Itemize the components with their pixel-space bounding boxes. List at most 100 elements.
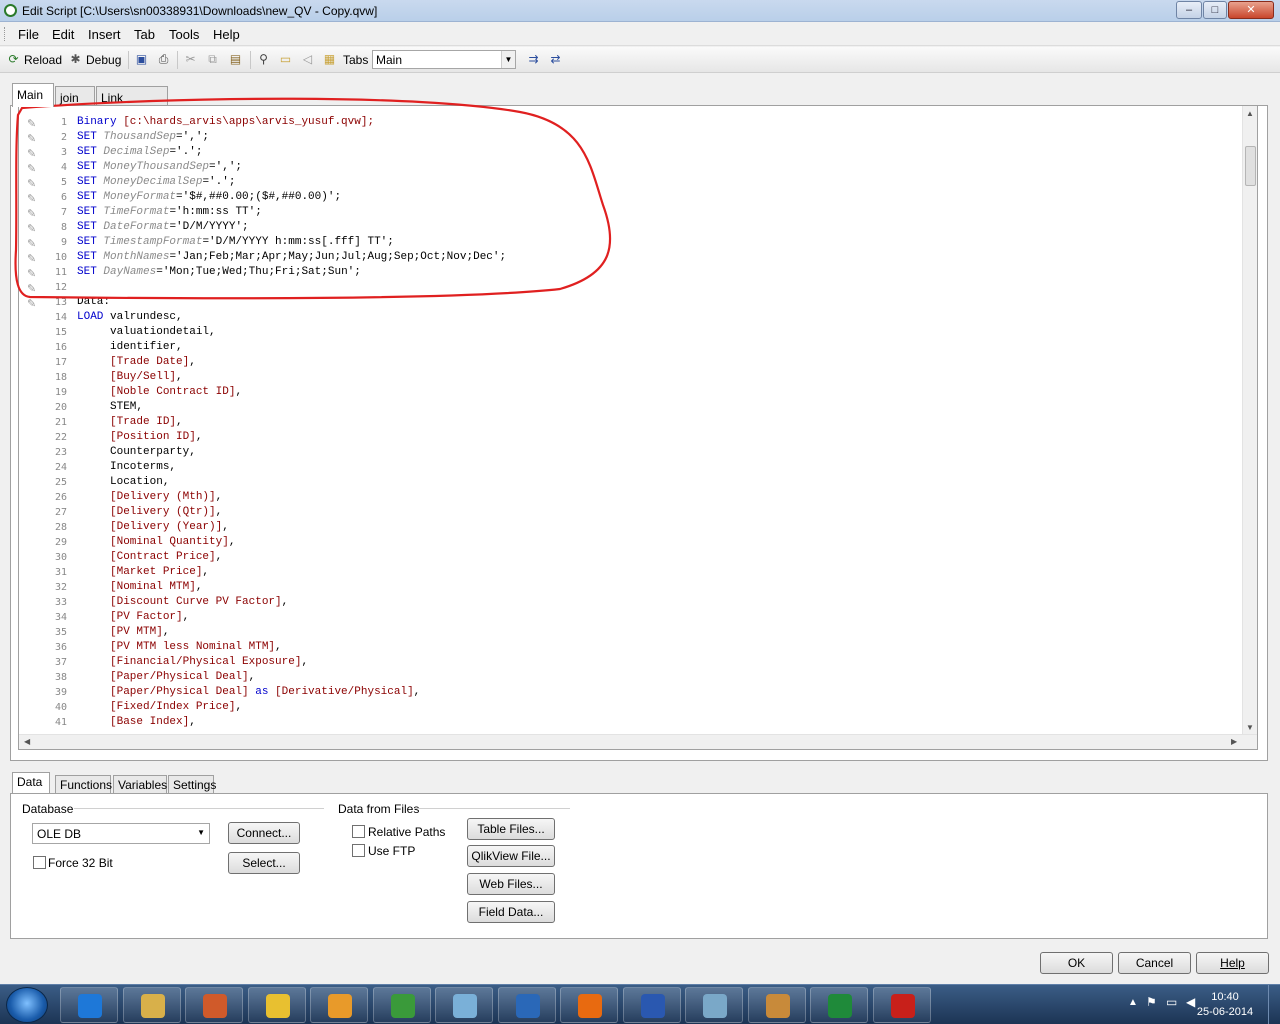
code-line[interactable]: LOAD valrundesc, <box>77 311 183 323</box>
code-line[interactable]: Counterparty, <box>77 446 196 458</box>
code-line[interactable]: [Delivery (Year)], <box>77 521 229 533</box>
menu-tools[interactable]: Tools <box>169 27 199 42</box>
open-folder-icon[interactable]: ▭ <box>278 52 293 67</box>
flag-icon[interactable]: ⚑ <box>1146 995 1157 1009</box>
select-button[interactable]: Select... <box>228 852 300 874</box>
reload-button[interactable]: Reload <box>24 53 62 67</box>
print-icon[interactable]: ⎙ <box>156 52 171 67</box>
code-line[interactable]: [Trade ID], <box>77 416 183 428</box>
scroll-up-icon[interactable]: ▲ <box>1246 109 1254 118</box>
bookmark-icon[interactable]: ✎ <box>27 298 39 310</box>
code-line[interactable]: [Delivery (Qtr)], <box>77 506 222 518</box>
connect-button[interactable]: Connect... <box>228 822 300 844</box>
code-line[interactable]: [Fixed/Index Price], <box>77 701 242 713</box>
code-line[interactable]: SET TimeFormat='h:mm:ss TT'; <box>77 206 262 218</box>
menu-insert[interactable]: Insert <box>88 27 121 42</box>
tab-link-creation[interactable]: Link Creation <box>96 86 168 119</box>
save-icon[interactable]: ▣ <box>134 52 149 67</box>
code-line[interactable]: [Nominal MTM], <box>77 581 202 593</box>
bookmark-icon[interactable]: ✎ <box>27 268 39 280</box>
tab-variables[interactable]: Variables <box>113 775 167 793</box>
code-line[interactable]: SET TimestampFormat='D/M/YYYY h:mm:ss[.f… <box>77 236 394 248</box>
find-icon[interactable]: ⚲ <box>256 52 271 67</box>
tabs-dropdown[interactable]: Main ▼ <box>372 50 516 69</box>
scroll-down-icon[interactable]: ▼ <box>1246 723 1254 732</box>
copy-icon[interactable]: ⧉ <box>205 52 220 67</box>
table-files-button[interactable]: Table Files... <box>467 818 555 840</box>
scroll-right-icon[interactable]: ▶ <box>1231 737 1237 746</box>
bookmark-icon[interactable]: ✎ <box>27 133 39 145</box>
taskbar-acrobat[interactable] <box>872 987 931 1023</box>
reload-icon[interactable]: ⟳ <box>6 52 21 67</box>
convert-icon[interactable]: ⇄ <box>548 52 563 67</box>
code-line[interactable]: [PV MTM], <box>77 626 169 638</box>
ok-button[interactable]: OK <box>1040 952 1113 974</box>
code-line[interactable]: [Paper/Physical Deal] as [Derivative/Phy… <box>77 686 420 698</box>
scroll-left-icon[interactable]: ◀ <box>24 737 30 746</box>
code-line[interactable]: SET MoneyDecimalSep='.'; <box>77 176 235 188</box>
code-line[interactable]: SET DecimalSep='.'; <box>77 146 202 158</box>
show-desktop-button[interactable] <box>1268 985 1280 1024</box>
code-line[interactable]: [Delivery (Mth)], <box>77 491 222 503</box>
code-line[interactable]: [Noble Contract ID], <box>77 386 242 398</box>
code-line[interactable]: SET DateFormat='D/M/YYYY'; <box>77 221 249 233</box>
code-line[interactable]: [Discount Curve PV Factor], <box>77 596 288 608</box>
web-files-button[interactable]: Web Files... <box>467 873 555 895</box>
code-line[interactable]: Incoterms, <box>77 461 176 473</box>
start-button[interactable] <box>6 987 48 1023</box>
horizontal-scrollbar[interactable]: ◀ ▶ <box>19 734 1257 749</box>
expand-icon[interactable]: ⇉ <box>526 52 541 67</box>
taskbar-tools[interactable] <box>747 987 806 1023</box>
paste-icon[interactable]: ▤ <box>228 52 243 67</box>
code-line[interactable]: valuationdetail, <box>77 326 216 338</box>
scrollbar-thumb[interactable] <box>1245 146 1256 186</box>
code-line[interactable]: Data: <box>77 296 110 308</box>
bookmark-icon[interactable]: ✎ <box>27 148 39 160</box>
tab-functions[interactable]: Functions <box>55 775 112 793</box>
menu-file[interactable]: File <box>18 27 39 42</box>
back-icon[interactable]: ◁ <box>300 52 315 67</box>
menu-tab[interactable]: Tab <box>134 27 155 42</box>
maximize-button[interactable]: □ <box>1203 1 1227 19</box>
code-line[interactable]: [PV Factor], <box>77 611 189 623</box>
tabs-icon[interactable]: ▦ <box>322 52 337 67</box>
bookmark-icon[interactable]: ✎ <box>27 253 39 265</box>
bookmark-icon[interactable]: ✎ <box>27 163 39 175</box>
debug-icon[interactable]: ✱ <box>68 52 83 67</box>
menu-help[interactable]: Help <box>213 27 240 42</box>
tab-settings[interactable]: Settings <box>168 775 216 793</box>
taskbar-file-explorer[interactable] <box>122 987 181 1023</box>
bookmark-icon[interactable]: ✎ <box>27 193 39 205</box>
code-line[interactable]: [Position ID], <box>77 431 202 443</box>
bookmark-icon[interactable]: ✎ <box>27 118 39 130</box>
tray-expand-icon[interactable]: ▲ <box>1128 997 1138 1008</box>
code-line[interactable]: [Base Index], <box>77 716 196 728</box>
menu-edit[interactable]: Edit <box>52 27 74 42</box>
code-line[interactable]: [Contract Price], <box>77 551 222 563</box>
tab-main[interactable]: Main <box>12 83 54 107</box>
cut-icon[interactable]: ✂ <box>183 52 198 67</box>
debug-button[interactable]: Debug <box>86 53 121 67</box>
chevron-down-icon[interactable]: ▼ <box>501 51 515 68</box>
cancel-button[interactable]: Cancel <box>1118 952 1191 974</box>
taskbar-outlook[interactable] <box>310 987 368 1023</box>
tab-data[interactable]: Data <box>12 772 50 793</box>
tab-join[interactable]: join <box>55 86 95 107</box>
script-editor[interactable]: 1 ✎ 2 ✎ 3 ✎ 4 ✎ 5 ✎ 6 ✎ 7 ✎ 8 ✎ 9 ✎ 10 ✎ 11 ✎ 12 ✎ 13 ✎ 14 15 16 17 18… <box>18 105 1258 750</box>
code-line[interactable]: [PV MTM less Nominal MTM], <box>77 641 282 653</box>
code-line[interactable]: Location, <box>77 476 169 488</box>
taskbar-qlikview[interactable] <box>372 987 431 1023</box>
code-line[interactable]: [Buy/Sell], <box>77 371 183 383</box>
close-button[interactable]: ✕ <box>1228 1 1274 19</box>
code-line[interactable]: [Nominal Quantity], <box>77 536 235 548</box>
qlikview-file-button[interactable]: QlikView File... <box>467 845 555 867</box>
field-data-button[interactable]: Field Data... <box>467 901 555 923</box>
use-ftp-checkbox[interactable] <box>352 844 365 857</box>
code-line[interactable]: [Financial/Physical Exposure], <box>77 656 308 668</box>
taskbar-excel[interactable] <box>810 987 868 1023</box>
code-line[interactable]: [Market Price], <box>77 566 209 578</box>
vertical-scrollbar[interactable]: ▲ ▼ <box>1242 106 1257 736</box>
relative-paths-checkbox[interactable] <box>352 825 365 838</box>
taskbar-internet-explorer[interactable] <box>60 987 118 1023</box>
code-line[interactable]: identifier, <box>77 341 183 353</box>
